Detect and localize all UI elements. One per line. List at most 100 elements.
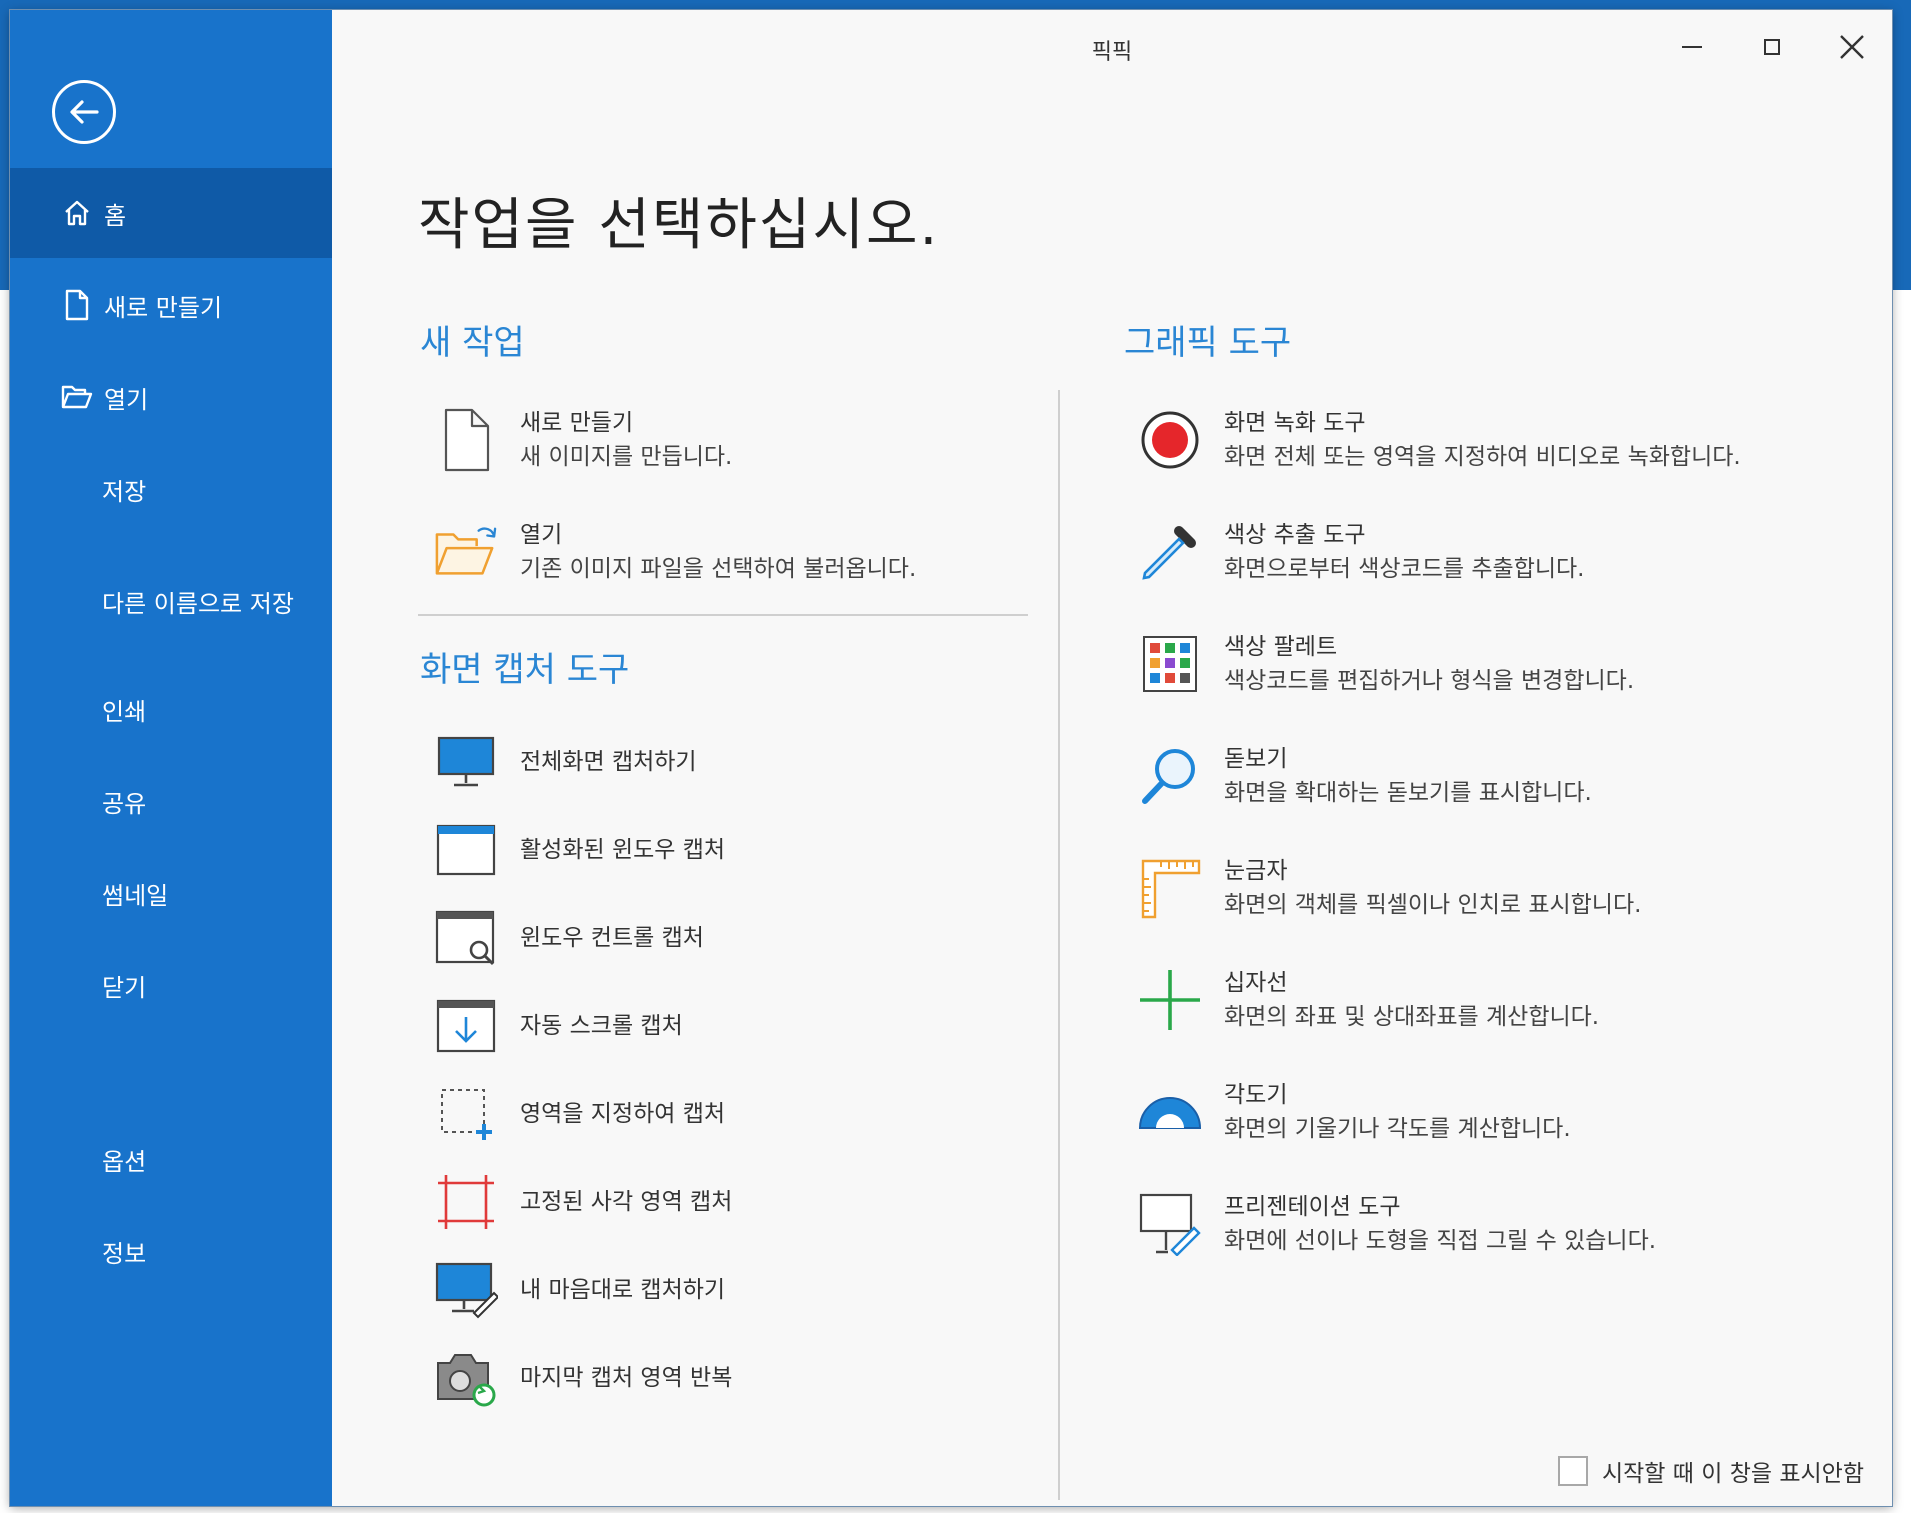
capture-auto-scroll[interactable]: 자동 스크롤 캡처 [434,994,683,1058]
crosshair-icon [1138,968,1202,1032]
task-label: 고정된 사각 영역 캡처 [520,1189,733,1215]
magnifier-icon [1138,744,1202,808]
sidebar-item-home[interactable]: 홈 [10,168,332,258]
sidebar-item-label: 인쇄 [102,697,147,726]
tool-color-palette[interactable]: 색상 팔레트색상코드를 편집하거나 형식을 변경합니다. [1138,630,1634,698]
sidebar-item-label: 열기 [104,385,149,414]
maximize-icon [1764,39,1780,55]
sidebar-item-info[interactable]: 정보 [10,1206,332,1296]
sidebar-item-label: 닫기 [102,973,147,1002]
sidebar-item-save-as[interactable]: 다른 이름으로 저장 [10,556,332,646]
app-window: 홈 새로 만들기 열기 저장 다른 이름으로 저장 인쇄 공유 썸네일 닫기 옵… [10,10,1892,1506]
tool-color-picker[interactable]: 색상 추출 도구 화면으로부터 색상코드를 추출합니다. [1138,518,1585,586]
back-arrow-icon [70,100,99,124]
camera-repeat-icon [434,1346,498,1410]
close-button[interactable] [1822,24,1882,70]
task-label: 눈금자 [1224,858,1288,884]
sidebar-item-save[interactable]: 저장 [10,444,332,534]
sidebar-item-label: 썸네일 [102,881,169,910]
sidebar-item-share[interactable]: 공유 [10,756,332,846]
task-description: 화면의 기울기나 각도를 계산합니다. [1224,1116,1571,1142]
whiteboard-pen-icon [1138,1192,1202,1256]
task-label: 돋보기 [1224,746,1288,772]
task-label: 활성화된 윈도우 캡처 [520,837,726,863]
task-description: 화면으로부터 색상코드를 추출합니다. [1224,556,1585,582]
capture-fixed-rect[interactable]: 고정된 사각 영역 캡처 [434,1170,732,1234]
task-label: 각도기 [1224,1082,1288,1108]
eyedropper-icon [1138,520,1202,584]
task-label: 열기 [520,522,563,548]
sidebar-item-label: 다른 이름으로 저장 [102,589,294,618]
open-folder-icon [434,520,498,584]
task-label: 전체화면 캡처하기 [520,749,697,775]
task-label: 윈도우 컨트롤 캡처 [520,925,704,951]
sidebar-item-close[interactable]: 닫기 [10,940,332,1030]
section-divider [418,614,1028,616]
sidebar-item-label: 홈 [104,201,127,230]
task-label: 십자선 [1224,970,1288,996]
task-new[interactable]: 새로 만들기새 이미지를 만듭니다. [434,406,732,474]
title-bar: 픽픽 [332,10,1892,76]
tool-crosshair[interactable]: 십자선화면의 좌표 및 상대좌표를 계산합니다. [1138,966,1599,1034]
task-label: 마지막 캡처 영역 반복 [520,1365,733,1391]
task-open[interactable]: 열기기존 이미지 파일을 선택하여 불러옵니다. [434,518,916,586]
task-label: 화면 녹화 도구 [1224,410,1366,436]
window-title: 픽픽 [1091,40,1133,65]
protractor-icon [1138,1080,1202,1144]
sidebar-item-open[interactable]: 열기 [10,352,332,442]
window-icon [434,818,498,882]
back-button[interactable] [52,80,116,144]
sidebar-item-label: 정보 [102,1239,147,1268]
capture-fullscreen[interactable]: 전체화면 캡처하기 [434,730,697,794]
task-description: 새 이미지를 만듭니다. [520,444,733,470]
close-icon [1840,35,1864,59]
capture-region[interactable]: 영역을 지정하여 캡처 [434,1082,725,1146]
section-title-new-task: 새 작업 [420,323,525,363]
minimize-button[interactable] [1662,24,1722,70]
task-label: 자동 스크롤 캡처 [520,1013,683,1039]
sidebar-item-options[interactable]: 옵션 [10,1114,332,1204]
task-label: 내 마음대로 캡처하기 [520,1277,726,1303]
task-description: 화면의 객체를 픽셀이나 인치로 표시합니다. [1224,892,1642,918]
tool-presentation[interactable]: 프리젠테이션 도구 화면에 선이나 도형을 직접 그릴 수 있습니다. [1138,1190,1656,1258]
tool-screen-record[interactable]: 화면 녹화 도구화면 전체 또는 영역을 지정하여 비디오로 녹화합니다. [1138,406,1741,474]
startup-checkbox[interactable] [1557,1456,1588,1486]
tool-magnifier[interactable]: 돋보기화면을 확대하는 돋보기를 표시합니다. [1138,742,1592,810]
tool-protractor[interactable]: 각도기화면의 기울기나 각도를 계산합니다. [1138,1078,1571,1146]
sidebar-item-label: 옵션 [102,1147,147,1176]
task-label: 영역을 지정하여 캡처 [520,1101,726,1127]
ruler-icon [1138,856,1202,920]
tool-ruler[interactable]: 눈금자화면의 객체를 픽셀이나 인치로 표시합니다. [1138,854,1641,922]
task-description: 화면을 확대하는 돋보기를 표시합니다. [1224,780,1592,806]
capture-window-control[interactable]: 윈도우 컨트롤 캡처 [434,906,704,970]
startup-checkbox-label: 시작할 때 이 창을 표시안함 [1601,1461,1864,1487]
palette-grid-icon [1138,632,1202,696]
task-description: 화면 전체 또는 영역을 지정하여 비디오로 녹화합니다. [1224,444,1741,470]
minimize-icon [1682,46,1702,48]
task-description: 화면의 좌표 및 상대좌표를 계산합니다. [1224,1004,1600,1030]
task-description: 화면에 선이나 도형을 직접 그릴 수 있습니다. [1224,1228,1657,1254]
record-icon [1138,408,1202,472]
capture-repeat-last[interactable]: 마지막 캡처 영역 반복 [434,1346,732,1410]
scroll-down-icon [434,994,498,1058]
section-title-capture: 화면 캡처 도구 [420,650,630,690]
task-label: 색상 팔레트 [1224,634,1338,660]
region-select-icon [434,1082,498,1146]
task-description: 기존 이미지 파일을 선택하여 불러옵니다. [520,556,917,582]
window-search-icon [434,906,498,970]
sidebar-item-label: 새로 만들기 [104,293,223,322]
section-title-graphics: 그래픽 도구 [1124,323,1292,363]
home-icon [60,196,94,230]
maximize-button[interactable] [1742,24,1802,70]
task-description: 색상코드를 편집하거나 형식을 변경합니다. [1224,668,1635,694]
sidebar-item-label: 공유 [102,789,147,818]
capture-freehand[interactable]: 내 마음대로 캡처하기 [434,1258,725,1322]
startup-option[interactable]: 시작할 때 이 창을 표시안함 [1557,1454,1864,1488]
sidebar-item-thumbnail[interactable]: 썸네일 [10,848,332,938]
sidebar-item-new[interactable]: 새로 만들기 [10,260,332,350]
sidebar: 홈 새로 만들기 열기 저장 다른 이름으로 저장 인쇄 공유 썸네일 닫기 옵… [10,10,332,1506]
capture-active-window[interactable]: 활성화된 윈도우 캡처 [434,818,725,882]
task-label: 새로 만들기 [520,410,634,436]
new-file-icon [60,288,94,322]
sidebar-item-print[interactable]: 인쇄 [10,664,332,754]
